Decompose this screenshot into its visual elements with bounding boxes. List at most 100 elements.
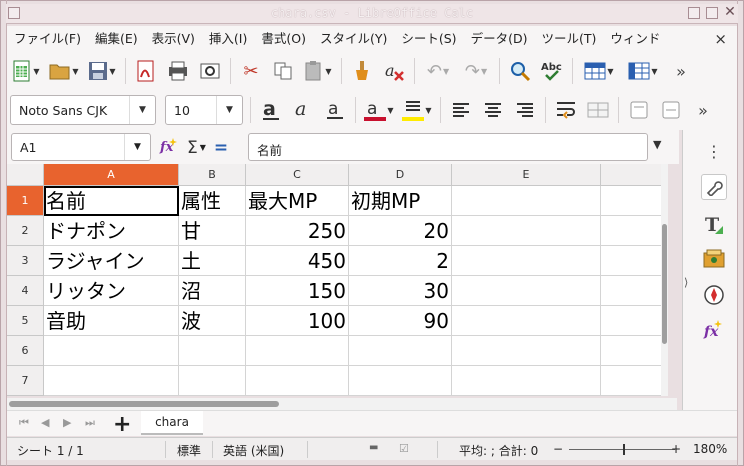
chevron-down-icon[interactable]: ▼ — [200, 143, 206, 152]
cell-d6[interactable] — [349, 336, 452, 366]
font-size-combo[interactable]: 10 ▼ — [165, 95, 243, 125]
cell-b7[interactable] — [179, 366, 246, 396]
menu-window[interactable]: ウィンド — [603, 26, 667, 52]
cell-a6[interactable] — [44, 336, 179, 366]
page-style[interactable]: 標準 — [177, 442, 201, 459]
column-header-b[interactable]: B — [179, 164, 246, 186]
cell-e4[interactable] — [452, 276, 601, 306]
column-icon[interactable]: ▼ — [623, 56, 663, 86]
menu-view[interactable]: 表示(V) — [145, 26, 202, 52]
cell-b2[interactable]: 甘 — [179, 216, 246, 246]
cell-d4[interactable]: 30 — [349, 276, 452, 306]
print-icon[interactable] — [164, 56, 192, 86]
row-header-2[interactable]: 2 — [7, 216, 44, 246]
zoom-slider[interactable] — [569, 449, 675, 450]
cell-d3[interactable]: 2 — [349, 246, 452, 276]
cell-a5[interactable]: 音助 — [44, 306, 179, 336]
underline-icon[interactable]: a — [321, 95, 349, 125]
close-window-button[interactable]: ✕ — [724, 5, 736, 19]
add-sheet-button[interactable]: + — [113, 412, 131, 437]
cell-f5[interactable] — [601, 306, 668, 336]
cell-f6[interactable] — [601, 336, 668, 366]
column-header-e[interactable]: E — [452, 164, 601, 186]
formula-input[interactable]: 名前 — [248, 133, 648, 161]
row-header-5[interactable]: 5 — [7, 306, 44, 336]
sidebar-menu-icon[interactable]: ⋮ — [701, 138, 727, 164]
cell-c5[interactable]: 100 — [246, 306, 349, 336]
save-icon[interactable]: ▼ — [85, 56, 119, 86]
paste-icon[interactable]: ▼ — [301, 56, 335, 86]
zoom-in-button[interactable]: + — [671, 442, 681, 456]
cell-c1[interactable]: 最大MP — [246, 186, 349, 216]
menu-data[interactable]: データ(D) — [464, 26, 535, 52]
export-pdf-icon[interactable] — [132, 56, 160, 86]
cell-c7[interactable] — [246, 366, 349, 396]
functions-icon[interactable]: fx — [701, 316, 727, 342]
bold-icon[interactable]: a — [257, 95, 285, 125]
cell-e7[interactable] — [452, 366, 601, 396]
navigator-icon[interactable] — [701, 282, 727, 308]
menu-sheet[interactable]: シート(S) — [394, 26, 463, 52]
redo-icon[interactable]: ↷ ▼ — [459, 56, 493, 86]
chevron-down-icon[interactable]: ▼ — [129, 96, 155, 124]
properties-wrench-icon[interactable] — [701, 174, 727, 200]
minimize-button[interactable] — [688, 7, 700, 19]
column-header-a[interactable]: A — [44, 164, 179, 186]
menu-format[interactable]: 書式(O) — [254, 26, 313, 52]
column-header-c[interactable]: C — [246, 164, 349, 186]
cell-c2[interactable]: 250 — [246, 216, 349, 246]
horizontal-scrollbar[interactable] — [7, 398, 677, 410]
open-folder-icon[interactable]: ▼ — [47, 56, 81, 86]
cell-d2[interactable]: 20 — [349, 216, 452, 246]
italic-icon[interactable]: a — [289, 95, 317, 125]
first-sheet-icon[interactable]: ⏮ — [19, 416, 29, 430]
chevron-down-icon[interactable]: ▼ — [124, 134, 150, 160]
name-box[interactable]: A1 ▼ — [11, 133, 151, 161]
align-right-icon[interactable] — [511, 95, 539, 125]
collapse-sidebar-icon[interactable]: ⟩ — [684, 276, 688, 289]
next-sheet-icon[interactable]: ▶ — [63, 416, 71, 429]
find-replace-icon[interactable] — [506, 56, 534, 86]
row-header-1[interactable]: 1 — [7, 186, 44, 216]
cell-a2[interactable]: ドナポン — [44, 216, 179, 246]
cell-c6[interactable] — [246, 336, 349, 366]
cell-a7[interactable] — [44, 366, 179, 396]
close-document-button[interactable]: × — [714, 30, 727, 48]
function-wizard-icon[interactable]: fx — [159, 136, 179, 159]
zoom-level[interactable]: 180% — [693, 442, 727, 456]
cell-c3[interactable]: 450 — [246, 246, 349, 276]
clear-formatting-icon[interactable]: a — [380, 56, 408, 86]
copy-icon[interactable] — [269, 56, 297, 86]
row-icon[interactable]: ▼ — [579, 56, 619, 86]
more-toolbar-icon[interactable]: » — [667, 56, 695, 86]
cell-e5[interactable] — [452, 306, 601, 336]
menu-tools[interactable]: ツール(T) — [534, 26, 603, 52]
text-language[interactable]: 英語 (米国) — [223, 442, 284, 459]
font-color-icon[interactable]: a ▼ — [362, 95, 396, 125]
cell-f2[interactable] — [601, 216, 668, 246]
cell-f1[interactable] — [601, 186, 668, 216]
cell-b6[interactable] — [179, 336, 246, 366]
select-all-corner[interactable] — [7, 164, 44, 186]
format-as-currency-icon[interactable] — [625, 95, 653, 125]
clone-formatting-icon[interactable] — [348, 56, 376, 86]
new-spreadsheet-icon[interactable]: ▼ — [9, 56, 43, 86]
previous-sheet-icon[interactable]: ◀ — [41, 416, 49, 429]
column-header-d[interactable]: D — [349, 164, 452, 186]
cell-b4[interactable]: 沼 — [179, 276, 246, 306]
cell-a3[interactable]: ラジャイン — [44, 246, 179, 276]
cell-b3[interactable]: 土 — [179, 246, 246, 276]
vertical-scrollbar-thumb[interactable] — [662, 224, 667, 344]
menu-styles[interactable]: スタイル(Y) — [313, 26, 394, 52]
wrap-text-icon[interactable] — [552, 95, 580, 125]
expand-formula-bar-icon[interactable]: ▼ — [653, 138, 661, 151]
cell-e2[interactable] — [452, 216, 601, 246]
selection-summary[interactable]: 平均: ; 合計: 0 — [459, 442, 538, 459]
print-preview-icon[interactable] — [196, 56, 224, 86]
chevron-down-icon[interactable]: ▼ — [216, 96, 242, 124]
merge-cells-icon[interactable] — [584, 95, 612, 125]
cell-a1[interactable]: 名前 — [44, 186, 179, 216]
cell-b5[interactable]: 波 — [179, 306, 246, 336]
undo-icon[interactable]: ↶ ▼ — [421, 56, 455, 86]
cell-e3[interactable] — [452, 246, 601, 276]
